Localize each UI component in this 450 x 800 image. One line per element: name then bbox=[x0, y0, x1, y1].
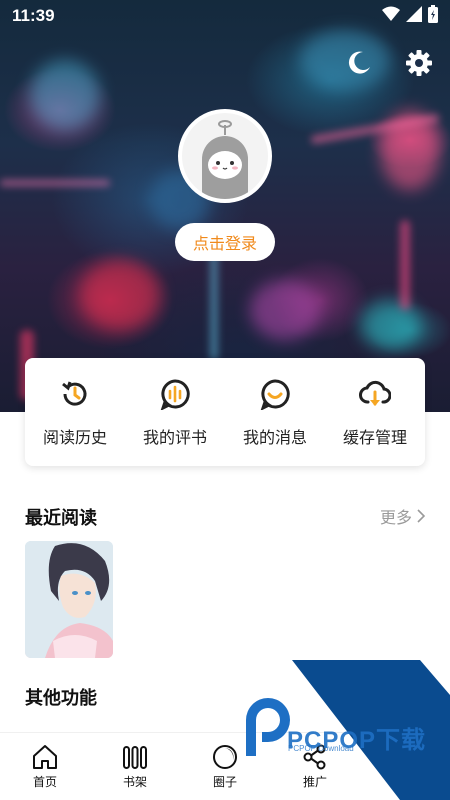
feature-my-messages[interactable]: 我的消息 bbox=[225, 358, 325, 466]
book-cover[interactable] bbox=[25, 541, 113, 658]
other-functions-title: 其他功能 bbox=[25, 688, 97, 709]
nav-home[interactable]: 首页 bbox=[0, 733, 90, 800]
comment-bars-icon bbox=[160, 379, 190, 410]
moon-icon[interactable] bbox=[344, 48, 374, 78]
feature-label: 我的消息 bbox=[242, 428, 307, 447]
signal-icon bbox=[406, 6, 422, 26]
feature-label: 阅读历史 bbox=[42, 428, 107, 447]
watermark-sub: PCPOP Download bbox=[288, 744, 354, 753]
home-icon bbox=[33, 745, 57, 769]
nav-label: 推广 bbox=[302, 775, 327, 789]
gear-icon[interactable] bbox=[404, 48, 434, 78]
avatar[interactable] bbox=[178, 109, 272, 203]
wifi-icon bbox=[382, 6, 400, 26]
nav-circle[interactable]: 圈子 bbox=[180, 733, 270, 800]
more-link[interactable]: 更多 bbox=[380, 504, 426, 528]
more-label: 更多 bbox=[379, 508, 412, 527]
nav-bookshelf[interactable]: 书架 bbox=[90, 733, 180, 800]
nav-label: 书架 bbox=[122, 775, 147, 789]
smile-message-icon bbox=[260, 379, 290, 410]
feature-my-comments[interactable]: 我的评书 bbox=[125, 358, 225, 466]
circle-icon bbox=[213, 745, 237, 769]
feature-cache-management[interactable]: 缓存管理 bbox=[325, 358, 425, 466]
chevron-right-icon bbox=[417, 509, 426, 523]
status-time: 11:39 bbox=[12, 6, 55, 25]
recent-reading-title: 最近阅读 bbox=[25, 508, 97, 529]
login-button[interactable]: 点击登录 bbox=[175, 223, 275, 261]
feature-card: 阅读历史 我的评书 我的消息 缓存管理 bbox=[25, 358, 425, 466]
feature-label: 我的评书 bbox=[142, 428, 207, 447]
cloud-download-icon bbox=[359, 380, 391, 406]
history-icon bbox=[62, 381, 87, 406]
battery-icon bbox=[428, 5, 438, 27]
nav-label: 首页 bbox=[32, 775, 57, 789]
feature-reading-history[interactable]: 阅读历史 bbox=[25, 358, 125, 466]
nav-label: 圈子 bbox=[212, 775, 237, 789]
bookshelf-icon bbox=[123, 746, 147, 769]
feature-label: 缓存管理 bbox=[342, 428, 407, 447]
status-bar: 11:39 bbox=[0, 0, 450, 32]
